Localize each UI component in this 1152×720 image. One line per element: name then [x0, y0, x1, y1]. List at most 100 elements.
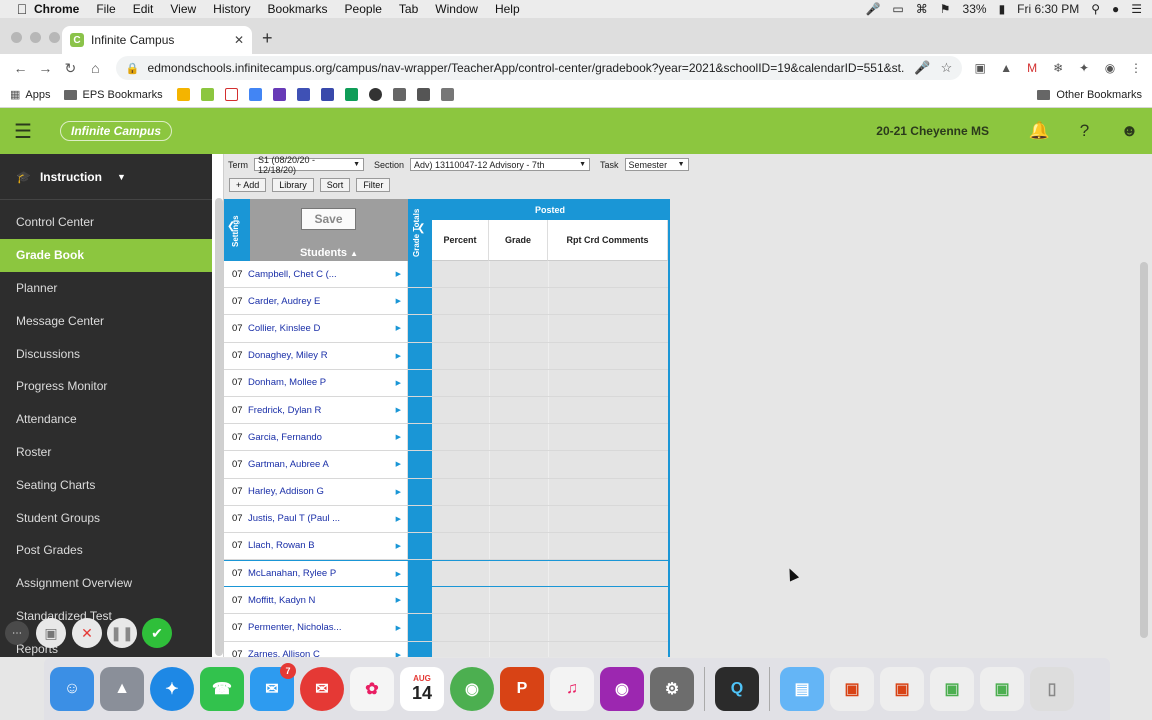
- drive-extension-icon[interactable]: ▲: [998, 61, 1014, 75]
- student-name-link[interactable]: Zarnes, Allison C: [248, 649, 320, 657]
- student-name-cell[interactable]: 07 Collier, Kinslee D ▶: [224, 315, 408, 342]
- expand-student-icon[interactable]: ▶: [396, 624, 401, 632]
- term-select[interactable]: S1 (08/20/20 - 12/18/20) ▼: [254, 155, 364, 175]
- student-name-cell[interactable]: 07 McLanahan, Rylee P ▶: [224, 561, 408, 587]
- table-row[interactable]: 07 Carder, Audrey E ▶: [224, 288, 668, 316]
- menu-help[interactable]: Help: [495, 2, 520, 16]
- bookmark-docs-icon[interactable]: [248, 88, 262, 101]
- sidebar-item-student-groups[interactable]: Student Groups: [0, 501, 212, 534]
- bookmark-drive-icon[interactable]: [344, 88, 358, 101]
- quicktime-icon[interactable]: Q: [715, 667, 759, 711]
- student-name-cell[interactable]: 07 Donaghey, Miley R ▶: [224, 342, 408, 369]
- address-bar[interactable]: 🔒 edmondschools.infinitecampus.org/campu…: [115, 56, 963, 80]
- mail-icon[interactable]: ✉: [300, 667, 344, 711]
- messages-icon[interactable]: ✉ 7: [250, 663, 296, 711]
- reload-icon[interactable]: ↻: [58, 60, 83, 77]
- student-name-link[interactable]: Campbell, Chet C (...: [248, 269, 337, 280]
- menu-bookmarks[interactable]: Bookmarks: [268, 2, 328, 16]
- student-name-link[interactable]: Collier, Kinslee D: [248, 323, 320, 334]
- student-name-link[interactable]: Llach, Rowan B: [248, 540, 315, 551]
- table-row[interactable]: 07 Zarnes, Allison C ▶: [224, 641, 668, 657]
- sidebar-item-assignment-overview[interactable]: Assignment Overview: [0, 567, 212, 600]
- sidebar-item-attendance[interactable]: Attendance: [0, 403, 212, 436]
- back-icon[interactable]: ←: [8, 60, 33, 76]
- safari-icon[interactable]: ✦: [150, 667, 194, 711]
- student-name-cell[interactable]: 07 Harley, Addison G ▶: [224, 478, 408, 505]
- new-tab-icon[interactable]: +: [262, 28, 273, 49]
- minimized-window-4-icon[interactable]: ▣: [980, 667, 1024, 711]
- expand-student-icon[interactable]: ▶: [396, 433, 401, 441]
- help-icon[interactable]: ?: [1062, 121, 1107, 141]
- gmail-extension-icon[interactable]: M: [1024, 61, 1040, 75]
- menu-history[interactable]: History: [213, 2, 250, 16]
- student-name-link[interactable]: Fredrick, Dylan R: [248, 405, 321, 416]
- posted-grade-cells[interactable]: [432, 561, 668, 587]
- student-name-link[interactable]: Justis, Paul T (Paul ...: [248, 513, 340, 524]
- flag-icon[interactable]: ⚑: [940, 2, 951, 16]
- school-year-selector[interactable]: 20-21 Cheyenne MS: [876, 124, 989, 138]
- music-icon[interactable]: ♫: [550, 667, 594, 711]
- airplay-icon[interactable]: ▭: [892, 2, 903, 16]
- student-name-link[interactable]: McLanahan, Rylee P: [248, 568, 336, 579]
- lock-icon[interactable]: 🔒: [126, 62, 140, 75]
- expand-student-icon[interactable]: ▶: [396, 596, 401, 604]
- expand-student-icon[interactable]: ▶: [396, 379, 401, 387]
- bookmark-star-icon[interactable]: ☆: [941, 60, 953, 76]
- task-select[interactable]: Semester ▼: [624, 158, 689, 171]
- expand-student-icon[interactable]: ▶: [396, 515, 401, 523]
- recorder-more-icon[interactable]: ⋯: [5, 621, 29, 645]
- save-button[interactable]: Save: [301, 208, 356, 230]
- student-name-cell[interactable]: 07 Donham, Mollee P ▶: [224, 369, 408, 396]
- voice-search-icon[interactable]: 🎤: [914, 60, 930, 76]
- bookmark-car-icon[interactable]: [416, 88, 430, 101]
- student-name-link[interactable]: Harley, Addison G: [248, 486, 324, 497]
- battery-percent[interactable]: 33%: [963, 2, 987, 16]
- posted-grade-cells[interactable]: [432, 369, 668, 396]
- minimized-window-2-icon[interactable]: ▣: [880, 667, 924, 711]
- bookmark-b-icon[interactable]: [320, 88, 334, 101]
- downloads-folder-icon[interactable]: ▤: [780, 667, 824, 711]
- student-name-link[interactable]: Donham, Mollee P: [248, 377, 326, 388]
- bookmark-slides-icon[interactable]: [176, 88, 190, 101]
- sidebar-item-discussions[interactable]: Discussions: [0, 337, 212, 370]
- bookmark-reader-icon[interactable]: [392, 88, 406, 101]
- sidebar-item-reports[interactable]: Reports: [0, 632, 212, 657]
- posted-grade-cells[interactable]: [432, 396, 668, 424]
- recorder-pause-icon[interactable]: ❚❚: [107, 618, 137, 648]
- photos-icon[interactable]: ✿: [350, 667, 394, 711]
- student-name-cell[interactable]: 07 Carder, Audrey E ▶: [224, 288, 408, 315]
- chrome-icon[interactable]: ◉: [450, 667, 494, 711]
- menu-people[interactable]: People: [345, 2, 382, 16]
- table-row[interactable]: 07 McLanahan, Rylee P ▶: [224, 560, 668, 588]
- settings-panel-toggle[interactable]: ❮ Settings: [224, 199, 250, 261]
- sidebar-item-planner[interactable]: Planner: [0, 272, 212, 305]
- expand-student-icon[interactable]: ▶: [396, 297, 401, 305]
- bookmark-forms-icon[interactable]: [272, 88, 286, 101]
- bookmark-apps[interactable]: ▦ Apps: [10, 88, 50, 102]
- bookmark-screen-icon[interactable]: [440, 88, 454, 101]
- student-name-link[interactable]: Donaghey, Miley R: [248, 350, 328, 361]
- sidebar-item-roster[interactable]: Roster: [0, 436, 212, 469]
- column-header-percent[interactable]: Percent: [432, 220, 489, 261]
- launchpad-icon[interactable]: ▲: [100, 667, 144, 711]
- minimize-window-icon[interactable]: [30, 32, 41, 43]
- student-name-cell[interactable]: 07 Moffitt, Kadyn N ▶: [224, 587, 408, 614]
- student-name-cell[interactable]: 07 Campbell, Chet C (... ▶: [224, 261, 408, 288]
- user-profile-icon[interactable]: ☻: [1107, 121, 1152, 141]
- microphone-icon[interactable]: 🎤: [865, 2, 880, 16]
- recorder-camera-icon[interactable]: ▣: [36, 618, 66, 648]
- table-row[interactable]: 07 Permenter, Nicholas... ▶: [224, 614, 668, 642]
- hamburger-menu-icon[interactable]: ☰: [0, 119, 46, 144]
- posted-grade-cells[interactable]: [432, 342, 668, 369]
- expand-student-icon[interactable]: ▶: [396, 651, 401, 657]
- expand-student-icon[interactable]: ▶: [396, 460, 401, 468]
- table-row[interactable]: 07 Justis, Paul T (Paul ... ▶: [224, 505, 668, 533]
- home-icon[interactable]: ⌂: [83, 60, 108, 76]
- student-name-link[interactable]: Permenter, Nicholas...: [248, 622, 341, 633]
- posted-grade-cells[interactable]: [432, 288, 668, 315]
- expand-student-icon[interactable]: ▶: [396, 352, 401, 360]
- bookmark-other[interactable]: Other Bookmarks: [1037, 89, 1142, 101]
- students-sort-header[interactable]: Students ▲: [250, 247, 408, 259]
- chrome-menu-icon[interactable]: ⋮: [1128, 61, 1144, 75]
- extension-icon[interactable]: ▣: [972, 61, 988, 75]
